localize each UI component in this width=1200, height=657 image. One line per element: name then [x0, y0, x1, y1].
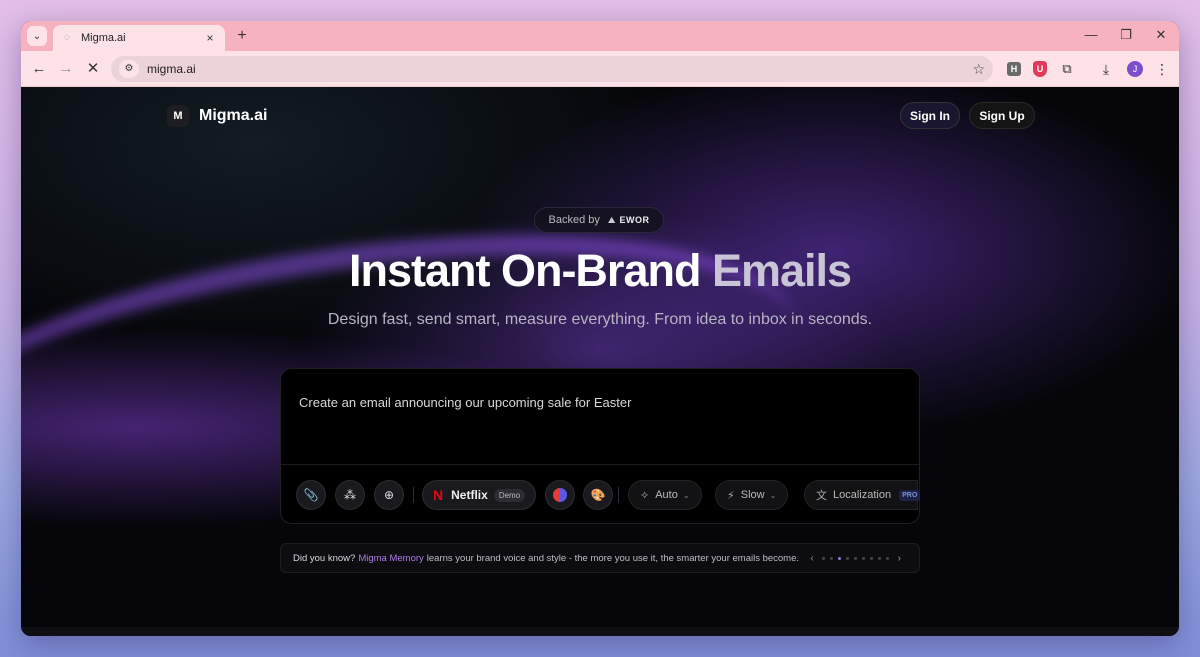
attach-paperclip-icon[interactable]: 📎	[296, 480, 326, 510]
globe-icon[interactable]: ⊕	[374, 480, 404, 510]
prompt-input[interactable]: Create an email announcing our upcoming …	[299, 395, 631, 410]
menu-kebab-icon[interactable]: ⋮	[1153, 60, 1171, 78]
extensions-puzzle-icon[interactable]: ⧉	[1058, 60, 1076, 78]
browser-tab[interactable]: ◌ Migma.ai ×	[53, 25, 225, 51]
tip-next-icon[interactable]: ›	[898, 553, 901, 564]
tip-dot[interactable]	[830, 556, 834, 560]
localization-button[interactable]: 文 Localization PRO	[804, 480, 921, 510]
speed-dropdown[interactable]: ⚡ Slow ⌄	[715, 480, 789, 510]
site-logo[interactable]: M Migma.ai	[167, 105, 267, 127]
title-accent: Emails	[711, 245, 852, 296]
logo-mark-icon: M	[167, 105, 189, 127]
tab-close-icon[interactable]: ×	[203, 31, 217, 45]
tip-dot[interactable]	[838, 556, 842, 560]
palette-icon[interactable]: 🎨	[583, 480, 613, 510]
ewor-logo-icon: ⛰	[607, 214, 616, 225]
model-dropdown[interactable]: ✧ Auto ⌄	[628, 480, 702, 510]
forward-icon[interactable]: →	[56, 59, 76, 79]
speed-value: Slow	[740, 489, 765, 501]
extension-h-icon[interactable]: H	[1007, 62, 1021, 76]
localization-label: Localization	[833, 489, 892, 501]
browser-toolbar: ← → ✕ ⚙ migma.ai ☆ H U ⧉ ⤓ J ⋮	[21, 51, 1179, 87]
tip-dots	[820, 556, 892, 560]
netflix-logo-icon: N	[433, 487, 444, 503]
tip-dot[interactable]	[862, 556, 866, 560]
bookmark-star-icon[interactable]: ☆	[972, 61, 985, 78]
profile-avatar[interactable]: J	[1127, 61, 1143, 77]
site-info-icon[interactable]: ⚙	[119, 60, 139, 78]
tip-dot[interactable]	[854, 556, 858, 560]
backer-name: EWOR	[619, 215, 650, 225]
tip-dot[interactable]	[886, 556, 890, 560]
backed-by-label: Backed by	[548, 214, 600, 226]
new-tab-button[interactable]: +	[233, 27, 251, 45]
tab-search-icon[interactable]: ⌄	[27, 26, 47, 46]
translate-icon: 文	[816, 490, 827, 502]
divider	[618, 487, 619, 503]
color-swatch-icon	[553, 488, 567, 502]
tip-text: learns your brand voice and style - the …	[426, 552, 800, 564]
tip-dot[interactable]	[846, 556, 850, 560]
url-text[interactable]: migma.ai	[147, 62, 972, 76]
prompt-box: Create an email announcing our upcoming …	[280, 368, 921, 524]
tip-dot[interactable]	[870, 556, 874, 560]
page-bottom-bar	[21, 627, 1179, 636]
tab-title: Migma.ai	[81, 32, 126, 44]
page-content: M Migma.ai Sign In Sign Up Backed by ⛰ E…	[21, 87, 1179, 636]
tab-strip: ⌄ ◌ Migma.ai × + — ❐ ✕	[21, 21, 1179, 51]
brand-selector[interactable]: N Netflix Demo	[422, 480, 536, 510]
tip-lead: Did you know?	[293, 552, 356, 564]
minimize-icon[interactable]: —	[1081, 27, 1101, 42]
lightning-icon: ⚡	[727, 489, 735, 502]
close-window-icon[interactable]: ✕	[1151, 27, 1171, 43]
back-icon[interactable]: ←	[29, 59, 49, 79]
backed-by-badge[interactable]: Backed by ⛰ EWOR	[534, 207, 664, 233]
pro-badge: PRO	[899, 489, 921, 501]
sparkle-icon: ✧	[640, 489, 650, 502]
tip-highlight-link[interactable]: Migma Memory	[358, 553, 423, 564]
page-title: Instant On-Brand Emails	[21, 245, 1179, 297]
brand-name: Netflix	[451, 488, 488, 502]
chevron-down-icon: ⌄	[682, 490, 690, 500]
logo-text: Migma.ai	[199, 107, 268, 124]
browser-window: ⌄ ◌ Migma.ai × + — ❐ ✕ ← → ✕ ⚙ migma.ai …	[21, 21, 1179, 636]
tip-dot[interactable]	[822, 556, 826, 560]
tip-bar: Did you know? Migma Memory learns your b…	[280, 543, 920, 573]
chevron-down-icon: ⌄	[769, 490, 777, 500]
model-value: Auto	[655, 489, 678, 501]
tip-prev-icon[interactable]: ‹	[810, 553, 813, 564]
sign-in-button[interactable]: Sign In	[900, 102, 960, 129]
page-subtitle: Design fast, send smart, measure everyth…	[327, 311, 873, 328]
divider	[413, 487, 414, 503]
restore-icon[interactable]: ❐	[1116, 27, 1136, 43]
divider	[281, 464, 919, 465]
title-main: Instant On-Brand	[348, 245, 712, 296]
sign-up-button[interactable]: Sign Up	[969, 102, 1035, 129]
stop-loading-icon[interactable]: ✕	[83, 59, 103, 79]
demo-badge: Demo	[493, 488, 526, 502]
loading-icon: ◌	[64, 32, 70, 43]
address-bar[interactable]: ⚙ migma.ai ☆	[111, 56, 993, 82]
tip-pager: ‹ ›	[804, 553, 907, 564]
figma-icon[interactable]: ⁂	[335, 480, 365, 510]
download-icon[interactable]: ⤓	[1097, 60, 1115, 78]
brand-colors-button[interactable]	[545, 480, 575, 510]
tip-dot[interactable]	[878, 556, 882, 560]
extension-shield-icon[interactable]: U	[1033, 61, 1047, 77]
